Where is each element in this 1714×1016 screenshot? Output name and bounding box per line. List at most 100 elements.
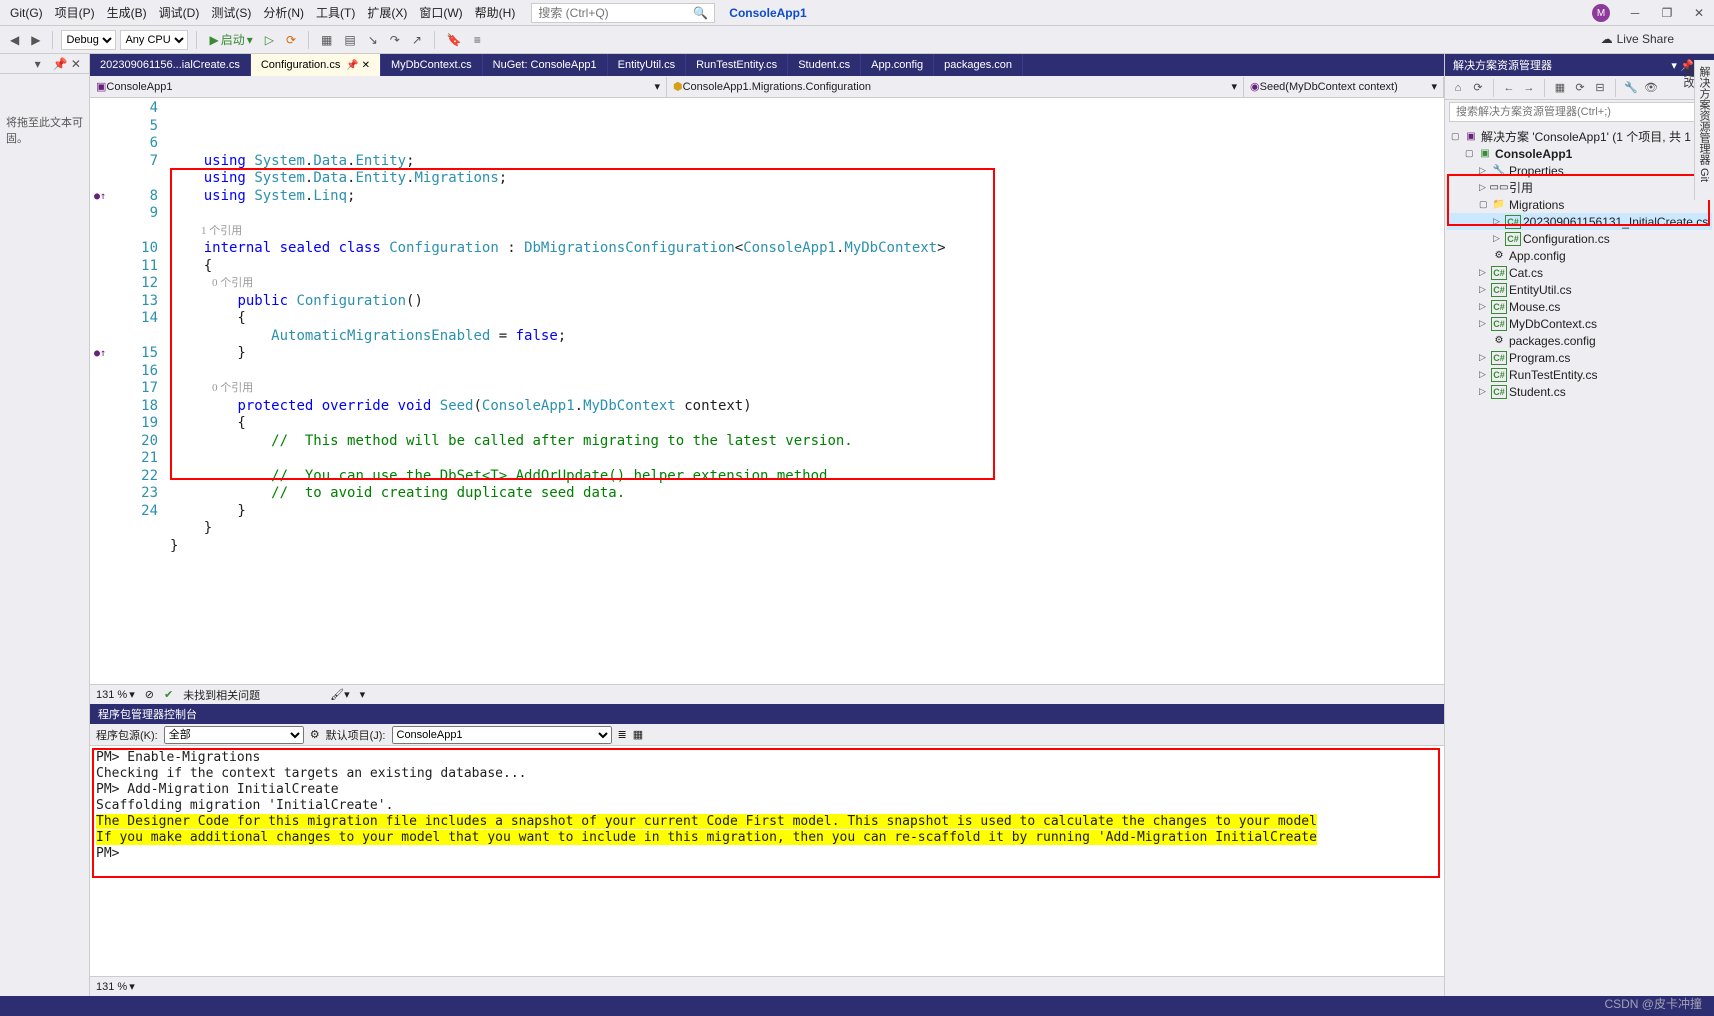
menu-窗口(W)[interactable]: 窗口(W)	[413, 4, 468, 22]
class-view-icon[interactable]: ▤	[340, 31, 359, 49]
tree-item-202309061156131_InitialCreate.cs[interactable]: ▷C#202309061156131_InitialCreate.cs	[1447, 213, 1712, 230]
close-button[interactable]: ✕	[1692, 6, 1706, 20]
live-share-button[interactable]: ☁ Live Share	[1601, 32, 1674, 46]
maximize-button[interactable]: ❐	[1660, 6, 1674, 20]
pm-zoom[interactable]: 131 % ▾	[96, 980, 135, 993]
menu-项目(P)[interactable]: 项目(P)	[49, 4, 101, 22]
tree-item-RunTestEntity.cs[interactable]: ▷C#RunTestEntity.cs	[1447, 366, 1712, 383]
code-line[interactable]: using System.Linq;	[170, 188, 1444, 206]
start-button[interactable]: ▶ 启动 ▾	[205, 29, 256, 50]
code-line[interactable]: internal sealed class Configuration : Db…	[170, 240, 1444, 258]
tab-EntityUtil.cs[interactable]: EntityUtil.cs	[608, 54, 686, 76]
menu-帮助(H)[interactable]: 帮助(H)	[469, 4, 522, 22]
brush-icon[interactable]: 🖌▾	[330, 688, 350, 701]
menu-扩展(X)[interactable]: 扩展(X)	[361, 4, 413, 22]
tab-Configuration.cs[interactable]: Configuration.cs📌 ✕	[251, 54, 381, 76]
solution-root[interactable]: ▢▣解决方案 'ConsoleApp1' (1 个项目, 共 1 个)	[1447, 128, 1712, 145]
code-line[interactable]: protected override void Seed(ConsoleApp1…	[170, 398, 1444, 416]
tree-item-MyDbContext.cs[interactable]: ▷C#MyDbContext.cs	[1447, 315, 1712, 332]
comment-icon[interactable]: ≡	[470, 31, 485, 49]
tree-item-Configuration.cs[interactable]: ▷C#Configuration.cs	[1447, 230, 1712, 247]
breadcrumb-member[interactable]: ◉ Seed(MyDbContext context) ▾	[1244, 77, 1444, 97]
tab-packages.con[interactable]: packages.con	[934, 54, 1023, 76]
code-line[interactable]: public Configuration()	[170, 293, 1444, 311]
minimize-button[interactable]: ─	[1628, 6, 1642, 20]
tab-Student.cs[interactable]: Student.cs	[788, 54, 861, 76]
code-line[interactable]	[170, 363, 1444, 381]
zoom-level[interactable]: 131 % ▾	[96, 688, 135, 701]
tab-NuGet: ConsoleApp1[interactable]: NuGet: ConsoleApp1	[483, 54, 608, 76]
code-line[interactable]: using System.Data.Entity.Migrations;	[170, 170, 1444, 188]
vertical-tabs[interactable]: 解决方案资源管理器 Git 更改	[1694, 60, 1714, 200]
project-node[interactable]: ▢▣ConsoleApp1	[1447, 145, 1712, 162]
step-over-icon[interactable]: ↷	[386, 31, 404, 49]
code-line[interactable]: // You can use the DbSet<T>.AddOrUpdate(…	[170, 468, 1444, 486]
code-line[interactable]: {	[170, 310, 1444, 328]
platform-dropdown[interactable]: Any CPU	[120, 30, 188, 50]
codelens-references[interactable]: 0 个引用	[170, 275, 1444, 293]
step-into-icon[interactable]: ↘	[364, 31, 382, 49]
tree-item-Cat.cs[interactable]: ▷C#Cat.cs	[1447, 264, 1712, 281]
menu-测试(S)[interactable]: 测试(S)	[205, 4, 257, 22]
refresh-icon[interactable]: ⟳	[1571, 79, 1589, 97]
code-line[interactable]: // to avoid creating duplicate seed data…	[170, 485, 1444, 503]
tree-item-引用[interactable]: ▷▭▭引用	[1447, 179, 1712, 196]
menu-Git(G)[interactable]: Git(G)	[4, 4, 49, 22]
tree-item-Mouse.cs[interactable]: ▷C#Mouse.cs	[1447, 298, 1712, 315]
tree-item-Migrations[interactable]: ▢📁Migrations	[1447, 196, 1712, 213]
tab-MyDbContext.cs[interactable]: MyDbContext.cs	[381, 54, 483, 76]
pm-src-dropdown[interactable]: 全部	[164, 726, 304, 744]
pm-clear-icon[interactable]: ▦	[633, 728, 643, 741]
code-line[interactable]: // This method will be called after migr…	[170, 433, 1444, 451]
code-line[interactable]: using System.Data.Entity;	[170, 153, 1444, 171]
panel-menu-icon[interactable]: ▾	[1671, 60, 1677, 72]
preview-icon[interactable]: 👁	[1642, 79, 1660, 97]
search-box[interactable]: 🔍	[531, 3, 715, 23]
tab-App.config[interactable]: App.config	[861, 54, 934, 76]
tab-202309061156...ialCreate.cs[interactable]: 202309061156...ialCreate.cs	[90, 54, 251, 76]
tab-RunTestEntity.cs[interactable]: RunTestEntity.cs	[686, 54, 788, 76]
tree-item-packages.config[interactable]: ⚙packages.config	[1447, 332, 1712, 349]
code-line[interactable]	[170, 205, 1444, 223]
collapse-icon[interactable]: ⊟	[1591, 79, 1609, 97]
tree-item-EntityUtil.cs[interactable]: ▷C#EntityUtil.cs	[1447, 281, 1712, 298]
caret-down-icon[interactable]: ▾	[360, 688, 366, 701]
menu-调试(D)[interactable]: 调试(D)	[153, 4, 206, 22]
code-line[interactable]: {	[170, 258, 1444, 276]
solution-tree[interactable]: ▢▣解决方案 'ConsoleApp1' (1 个项目, 共 1 个)▢▣Con…	[1445, 124, 1714, 996]
breadcrumb-project[interactable]: ▣ ConsoleApp1 ▾	[90, 77, 667, 97]
code-line[interactable]: AutomaticMigrationsEnabled = false;	[170, 328, 1444, 346]
pm-console-output[interactable]: PM> Enable-MigrationsChecking if the con…	[90, 746, 1444, 976]
codelens-references[interactable]: 1 个引用	[170, 223, 1444, 241]
tree-item-App.config[interactable]: ⚙App.config	[1447, 247, 1712, 264]
config-dropdown[interactable]: Debug	[61, 30, 116, 50]
search-input[interactable]	[538, 6, 693, 20]
tree-item-Properties[interactable]: ▷🔧Properties	[1447, 162, 1712, 179]
code-line[interactable]: {	[170, 415, 1444, 433]
sync-icon[interactable]: ⟳	[1469, 79, 1487, 97]
code-line[interactable]	[170, 450, 1444, 468]
menu-生成(B)[interactable]: 生成(B)	[101, 4, 153, 22]
pm-proj-dropdown[interactable]: ConsoleApp1	[392, 726, 612, 744]
menu-分析(N)[interactable]: 分析(N)	[257, 4, 310, 22]
avatar[interactable]: M	[1592, 4, 1610, 22]
tree-item-Program.cs[interactable]: ▷C#Program.cs	[1447, 349, 1712, 366]
breadcrumb-namespace[interactable]: ⬢ ConsoleApp1.Migrations.Configuration ▾	[667, 77, 1244, 97]
code-line[interactable]: }	[170, 538, 1444, 556]
toolbox-pin-icon[interactable]: ▾	[31, 56, 45, 71]
fwd-icon[interactable]: →	[1520, 79, 1538, 97]
code-line[interactable]: }	[170, 345, 1444, 363]
code-editor[interactable]: 45678●↑9101112131415●↑161718192021222324…	[90, 98, 1444, 684]
bookmark-icon[interactable]: 🔖	[443, 31, 466, 49]
pm-indent-icon[interactable]: ≣	[618, 728, 627, 741]
new-item-icon[interactable]: ▦	[317, 31, 336, 49]
nav-back-icon[interactable]: ◀	[6, 31, 23, 49]
nav-fwd-icon[interactable]: ▶	[27, 31, 44, 49]
show-all-icon[interactable]: ▦	[1551, 79, 1569, 97]
step-out-icon[interactable]: ↗	[408, 31, 426, 49]
code-line[interactable]: }	[170, 503, 1444, 521]
properties-icon[interactable]: 🔧	[1622, 79, 1640, 97]
back-icon[interactable]: ←	[1500, 79, 1518, 97]
pin-icon[interactable]: 📌 ✕	[346, 60, 370, 71]
code-line[interactable]	[170, 555, 1444, 573]
